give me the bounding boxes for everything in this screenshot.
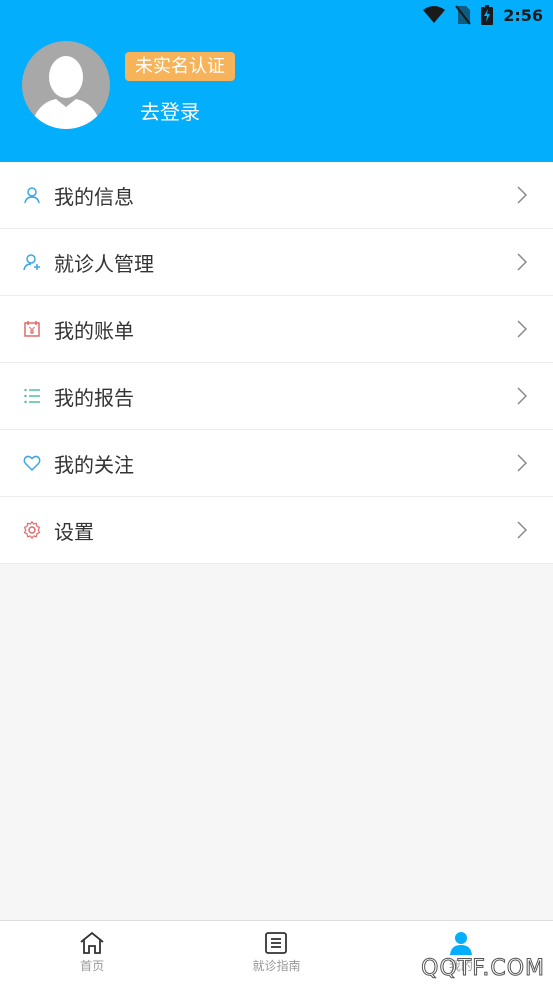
report-list-icon — [22, 386, 42, 406]
chevron-right-icon — [517, 253, 527, 271]
menu-item-label: 我的账单 — [54, 318, 134, 343]
menu-item-my-follows[interactable]: 我的关注 — [0, 430, 553, 497]
status-bar: 2:56 — [423, 0, 553, 30]
chevron-right-icon — [517, 320, 527, 338]
verify-status-badge[interactable]: 未实名认证 — [125, 52, 235, 81]
profile-icon — [449, 932, 472, 955]
status-time: 2:56 — [503, 5, 543, 25]
menu-item-label: 我的报告 — [54, 385, 134, 410]
avatar[interactable] — [22, 41, 110, 129]
home-icon — [80, 931, 104, 954]
profile-header: 2:56 未实名认证 去登录 — [0, 0, 553, 162]
no-sim-icon — [455, 5, 471, 25]
tab-label: 就诊指南 — [252, 959, 301, 973]
menu-item-label: 就诊人管理 — [54, 251, 154, 276]
menu-item-patient-management[interactable]: 就诊人管理 — [0, 229, 553, 296]
menu-item-label: 我的关注 — [54, 452, 134, 477]
menu-item-label: 设置 — [54, 519, 94, 544]
guide-icon — [265, 932, 288, 954]
chevron-right-icon — [517, 521, 527, 539]
chevron-right-icon — [517, 454, 527, 472]
menu-list: 我的信息 就诊人管理 我的账单 我的报告 我的关注 设置 — [0, 162, 553, 564]
tab-home[interactable]: 首页 — [0, 921, 184, 984]
menu-item-label: 我的信息 — [54, 184, 134, 209]
tab-guide[interactable]: 就诊指南 — [184, 921, 368, 984]
wifi-icon — [423, 6, 446, 23]
chevron-right-icon — [517, 186, 527, 204]
login-link[interactable]: 去登录 — [140, 98, 200, 126]
default-avatar-icon — [30, 56, 102, 129]
patient-manage-icon — [22, 252, 42, 272]
tab-label: 首页 — [80, 959, 105, 973]
menu-item-my-info[interactable]: 我的信息 — [0, 162, 553, 229]
bill-icon — [22, 319, 42, 339]
chevron-right-icon — [517, 387, 527, 405]
menu-item-my-reports[interactable]: 我的报告 — [0, 363, 553, 430]
battery-charging-icon — [481, 5, 494, 25]
gear-icon — [22, 520, 42, 540]
user-icon — [22, 185, 42, 205]
watermark: QQTF.COM — [421, 956, 545, 982]
menu-item-settings[interactable]: 设置 — [0, 497, 553, 564]
menu-item-my-bills[interactable]: 我的账单 — [0, 296, 553, 363]
heart-icon — [22, 453, 42, 473]
